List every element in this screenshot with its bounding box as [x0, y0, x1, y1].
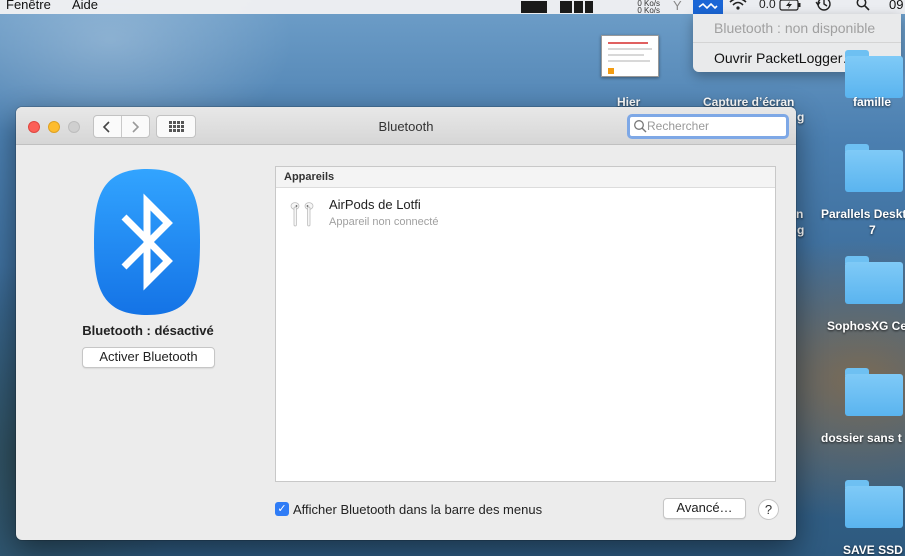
battery-value[interactable]: 0.0 [759, 0, 776, 11]
desktop-label-parallels[interactable]: Parallels Deskt [821, 207, 905, 221]
activate-bluetooth-button[interactable]: Activer Bluetooth [82, 347, 215, 368]
cpu-graph-icon[interactable] [521, 1, 547, 13]
device-status: Appareil non connecté [329, 216, 439, 228]
clock[interactable]: 09 [889, 0, 903, 12]
desktop-label-parallels-7[interactable]: 7 [869, 223, 876, 237]
network-down: 0 Ko/s [637, 6, 660, 15]
screenshot-thumbnail[interactable] [601, 35, 659, 77]
search-field[interactable] [627, 114, 789, 139]
spotlight-icon[interactable] [856, 0, 870, 14]
bluetooth-unavailable-item: Bluetooth : non disponible [714, 20, 876, 36]
folder-icon[interactable] [845, 50, 903, 98]
desktop-label-save-ssd[interactable]: SAVE SSD [843, 543, 903, 556]
desktop-label-famille[interactable]: famille [853, 95, 891, 109]
folder-icon[interactable] [845, 480, 903, 528]
device-row-airpods[interactable]: AirPods de Lotfi Appareil non connecté [276, 191, 775, 233]
advanced-button[interactable]: Avancé… [663, 498, 746, 519]
bluetooth-logo-icon [94, 169, 200, 315]
menu-fenetre[interactable]: Fenêtre [6, 0, 51, 12]
show-in-menubar-label[interactable]: Afficher Bluetooth dans la barre des men… [293, 502, 542, 517]
folder-icon[interactable] [845, 144, 903, 192]
desktop-label-partial-1[interactable]: n [796, 207, 803, 221]
window-titlebar[interactable]: Bluetooth [16, 107, 796, 145]
bluetooth-preferences-window: Bluetooth Bluetooth : désactivé Activer … [16, 107, 796, 540]
device-name: AirPods de Lotfi [329, 197, 421, 212]
devices-list[interactable]: Appareils AirPods de Lotfi Appareil non … [275, 166, 776, 482]
menu-bar: Fenêtre Aide 0 Ko/s 0 Ko/s Y 0.0 09 [0, 0, 905, 15]
desktop-label-capture-cont[interactable]: g [797, 110, 804, 124]
battery-icon[interactable] [779, 0, 801, 14]
show-in-menubar-checkbox[interactable]: ✓ [275, 502, 289, 516]
open-packetlogger-item[interactable]: Ouvrir PacketLogger… [714, 50, 856, 66]
bluetooth-tray-icon[interactable] [693, 0, 723, 14]
folder-icon[interactable] [845, 368, 903, 416]
search-input[interactable] [647, 118, 782, 134]
airpods-icon [290, 202, 314, 227]
sensor-graph-icon[interactable] [585, 1, 593, 13]
time-machine-icon[interactable] [814, 0, 832, 14]
menu-aide[interactable]: Aide [72, 0, 98, 12]
bluetooth-wave-icon [698, 2, 718, 10]
menu-separator [693, 42, 901, 43]
disk-graph-icon[interactable] [574, 1, 583, 13]
folder-icon[interactable] [845, 256, 903, 304]
antenna-icon[interactable]: Y [673, 0, 682, 13]
bluetooth-status-label: Bluetooth : désactivé [82, 323, 214, 338]
wifi-icon[interactable] [729, 0, 747, 14]
network-speed[interactable]: 0 Ko/s 0 Ko/s [626, 0, 660, 15]
memory-graph-icon[interactable] [560, 1, 572, 13]
desktop-label-partial-2[interactable]: g [797, 223, 804, 237]
desktop-label-dossier[interactable]: dossier sans t [821, 431, 902, 445]
help-button[interactable]: ? [758, 499, 779, 520]
search-icon [634, 120, 647, 133]
devices-header: Appareils [276, 167, 775, 188]
desktop-label-sophos[interactable]: SophosXG Ce [827, 319, 905, 333]
